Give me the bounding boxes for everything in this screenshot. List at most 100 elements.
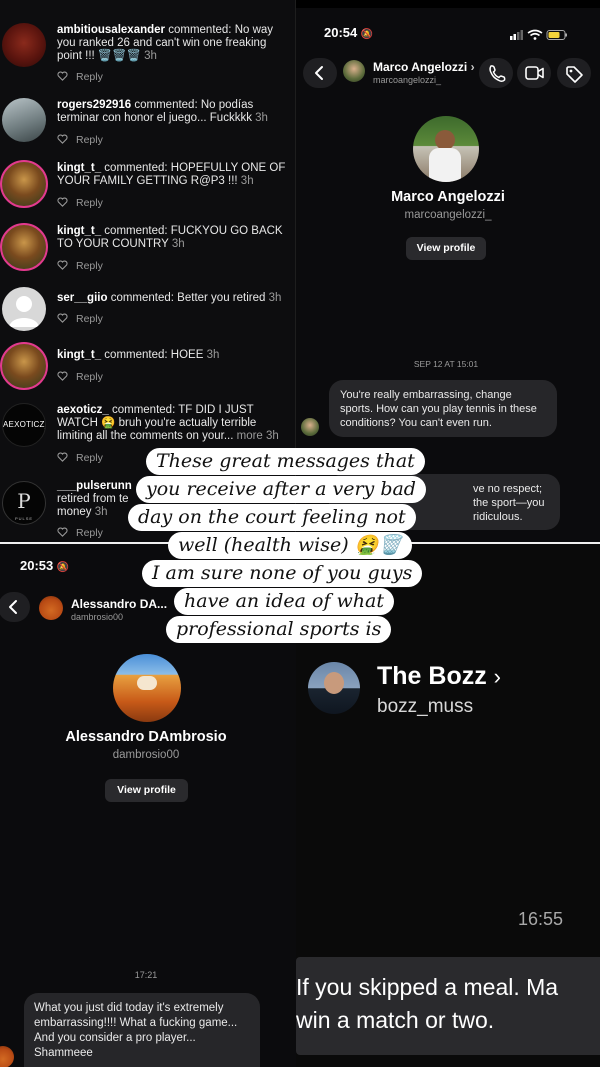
reply-button[interactable]: Reply <box>76 71 103 83</box>
chevron-left-icon <box>315 66 323 80</box>
message-text: win a match or two. <box>296 1007 495 1033</box>
caption-line: well (health wise) 🤮🗑️ <box>168 532 413 559</box>
avatar[interactable] <box>2 98 46 142</box>
comment-username[interactable]: ___pulserunn <box>57 480 132 492</box>
comment-text: kingt_t_ commented: FUCKYOU GO BACK TO Y… <box>57 225 289 251</box>
chevron-right-icon: › <box>493 664 501 689</box>
avatar-logo-icon: P <box>17 489 31 513</box>
tag-icon <box>566 66 583 83</box>
comment-username[interactable]: kingt_t_ <box>57 162 101 174</box>
call-button[interactable] <box>479 58 513 88</box>
avatar <box>0 1046 14 1067</box>
comment-username[interactable]: kingt_t_ <box>57 349 101 361</box>
video-call-button[interactable] <box>517 58 551 88</box>
heart-icon[interactable] <box>57 260 68 270</box>
message-text: ve no respect; <box>473 483 543 495</box>
comment-text: rogers292916 commented: No podías termin… <box>57 99 289 125</box>
profile-avatar[interactable] <box>113 654 181 722</box>
more-link[interactable]: more <box>237 430 263 442</box>
comment-time: 3h <box>171 238 185 250</box>
avatar[interactable] <box>343 60 365 82</box>
avatar[interactable] <box>0 342 48 390</box>
heart-icon[interactable] <box>57 452 68 462</box>
comment-username[interactable]: ser__giio <box>57 292 108 304</box>
header-name[interactable]: Marco Angelozzi › <box>373 60 475 74</box>
reply-button[interactable]: Reply <box>76 527 103 539</box>
back-button[interactable] <box>303 58 337 88</box>
avatar[interactable] <box>39 596 63 620</box>
caption-line: you receive after a very bad <box>136 476 426 503</box>
reply-button[interactable]: Reply <box>76 260 103 272</box>
message-bubble[interactable]: If you skipped a meal. Ma win a match or… <box>296 957 600 1055</box>
comment-text: aexoticz_ commented: TF DID I JUST WATCH… <box>57 404 289 443</box>
view-profile-button[interactable]: View profile <box>105 779 188 802</box>
message-timestamp: 16:55 <box>518 909 564 929</box>
reply-button[interactable]: Reply <box>76 134 103 146</box>
chevron-right-icon: › <box>470 60 475 74</box>
profile-avatar-head <box>435 130 455 150</box>
avatar[interactable] <box>308 662 360 714</box>
comment-username[interactable]: kingt_t_ <box>57 225 101 237</box>
back-button[interactable] <box>0 592 30 622</box>
avatar[interactable]: P PULSE <box>2 481 46 525</box>
avatar[interactable]: AEXOTICZ_ <box>2 403 46 447</box>
video-camera-icon <box>525 66 544 80</box>
heart-icon[interactable] <box>57 71 68 81</box>
avatar-face <box>324 672 344 694</box>
heart-icon[interactable] <box>57 197 68 207</box>
status-icons-icon <box>510 29 567 40</box>
profile-avatar[interactable] <box>413 116 479 182</box>
header-name-text: Marco Angelozzi <box>373 60 468 74</box>
caption-line: I am sure none of you guys <box>142 560 423 587</box>
comment-body: retired from te <box>57 493 129 505</box>
comment-time: 3h <box>144 50 157 62</box>
header-name-text: The Bozz <box>377 662 487 690</box>
message-bubble[interactable]: What you just did today it's extremely e… <box>24 993 260 1067</box>
comment-username[interactable]: rogers292916 <box>57 99 131 111</box>
comment-text: kingt_t_ commented: HOEE 3h <box>57 349 289 362</box>
heart-icon[interactable] <box>57 527 68 537</box>
reply-button[interactable]: Reply <box>76 452 103 464</box>
mute-bell-icon: 🔕 <box>360 29 374 40</box>
message-bubble[interactable]: You're really embarrassing, change sport… <box>329 380 557 437</box>
message-text: the sport—you <box>473 497 545 509</box>
comment-body-continued: money <box>57 506 92 518</box>
avatar[interactable] <box>0 223 48 271</box>
header-handle: bozz_muss <box>377 696 474 717</box>
status-clock: 20:53 <box>20 558 54 573</box>
story-caption: These great messages that you receive af… <box>128 448 468 658</box>
profile-name: Alessandro DAmbrosio <box>65 729 227 745</box>
avatar[interactable] <box>2 23 46 67</box>
reply-button[interactable]: Reply <box>76 313 103 325</box>
heart-icon[interactable] <box>57 371 68 381</box>
heart-icon[interactable] <box>57 134 68 144</box>
header-name[interactable]: The Bozz › <box>377 662 501 691</box>
comment-actions: Reply <box>57 371 103 383</box>
comment-time: 3h <box>94 506 108 518</box>
reply-button[interactable]: Reply <box>76 371 103 383</box>
comment-username[interactable]: ambitiousalexander <box>57 24 165 36</box>
caption-line: These great messages that <box>146 448 425 475</box>
avatar[interactable] <box>2 287 46 331</box>
tag-button[interactable] <box>557 58 591 88</box>
comment-actions: Reply <box>57 260 103 272</box>
status-icons <box>510 28 568 46</box>
comment-time: 3h <box>255 112 268 124</box>
comment-time: 3h <box>240 175 254 187</box>
status-time: 20:53 🔕 <box>20 558 69 573</box>
comment-body: commented: Better you retired <box>110 292 266 304</box>
header-handle: marcoangelozzi_ <box>373 75 442 85</box>
default-avatar-icon <box>9 296 39 327</box>
status-time: 20:54 🔕 <box>324 25 373 40</box>
phone-icon <box>489 65 506 82</box>
avatar <box>301 418 319 436</box>
heart-icon[interactable] <box>57 313 68 323</box>
profile-avatar-shirt <box>429 148 461 182</box>
view-profile-button[interactable]: View profile <box>406 237 486 260</box>
reply-button[interactable]: Reply <box>76 197 103 209</box>
comment-text: ser__giio commented: Better you retired … <box>57 292 289 305</box>
avatar[interactable] <box>0 160 48 208</box>
caption-line: day on the court feeling not <box>128 504 416 531</box>
header-handle: dambrosio00 <box>71 612 124 622</box>
comment-username[interactable]: aexoticz_ <box>57 404 109 416</box>
